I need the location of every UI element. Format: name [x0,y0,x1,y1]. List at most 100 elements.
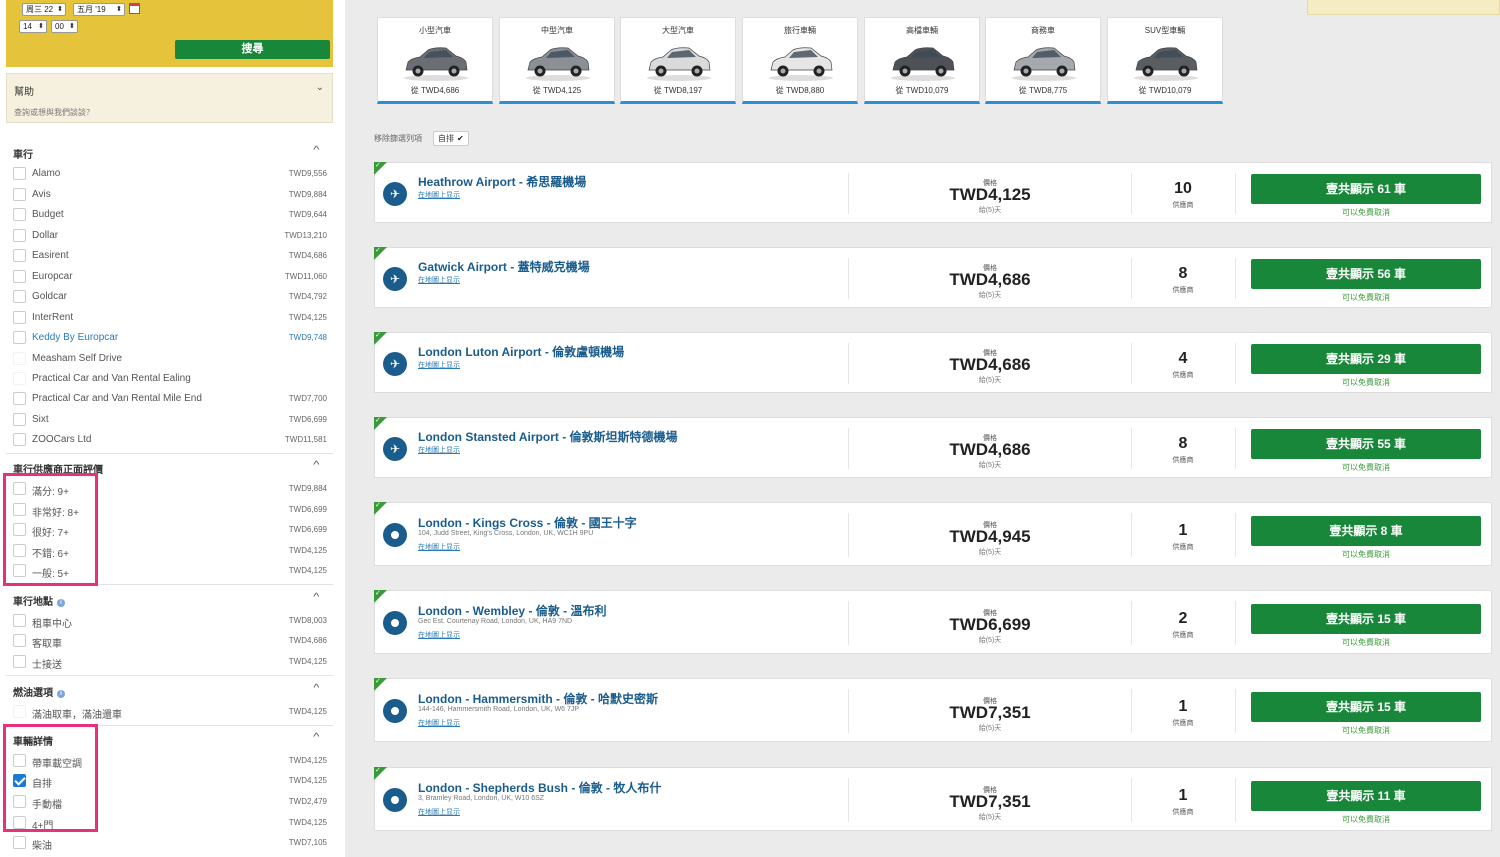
show-on-map-link[interactable]: 在地圖上显示 [418,542,460,552]
filter-checkbox[interactable] [13,655,26,668]
filter-option[interactable]: Measham Self Drive [13,350,327,366]
car-category-tile[interactable]: 大型汽車從 TWD8,197 [620,17,736,104]
show-cars-button[interactable]: 壹共顯示 11 車 [1251,781,1481,811]
info-icon[interactable]: i [57,599,65,607]
filter-checkbox[interactable] [13,229,26,242]
filter-option[interactable]: Avis TWD9,884 [13,186,327,202]
show-cars-button[interactable]: 壹共顯示 15 車 [1251,604,1481,634]
filter-option[interactable]: Europcar TWD11,060 [13,268,327,284]
filter-option[interactable]: 滿油取車，滿油還車 TWD4,125 [13,703,327,721]
filter-checkbox[interactable] [13,270,26,283]
filter-option[interactable]: 士接送 TWD4,125 [13,653,327,671]
filter-option[interactable]: 客取車 TWD4,686 [13,632,327,650]
car-category-tile[interactable]: 小型汽車從 TWD4,686 [377,17,493,104]
filter-option[interactable]: 柴油 TWD7,105 [13,834,327,852]
filter-option[interactable]: Dollar TWD13,210 [13,227,327,243]
show-on-map-link[interactable]: 在地圖上显示 [418,360,460,370]
chevron-up-icon[interactable]: ^ [313,460,319,471]
car-category-tile[interactable]: 中型汽車從 TWD4,125 [499,17,615,104]
car-image [765,40,837,82]
filter-option[interactable]: Practical Car and Van Rental Mile End TWD… [13,390,327,406]
location-pin-icon [383,788,407,812]
show-cars-button[interactable]: 壹共顯示 55 車 [1251,429,1481,459]
location-name-link[interactable]: London - Wembley - 倫敦 - 溫布利 [418,602,606,619]
filter-checkbox[interactable] [13,311,26,324]
pickup-hour-select[interactable]: 14 ⬍ [19,20,47,33]
location-name-link[interactable]: London - Kings Cross - 倫敦 - 國王十字 [418,514,637,531]
active-filter-chip[interactable]: 自排 ✔ [433,131,469,146]
filter-option[interactable]: Alamo TWD9,556 [13,165,327,181]
show-on-map-link[interactable]: 在地圖上显示 [418,275,460,285]
suppliers-filter-title[interactable]: 車行 [13,146,33,161]
show-cars-button[interactable]: 壹共顯示 8 車 [1251,516,1481,546]
filter-checkbox[interactable] [13,433,26,446]
filter-checkbox[interactable] [13,331,26,344]
location-name-link[interactable]: London - Shepherds Bush - 倫敦 - 牧人布什 [418,779,661,796]
filter-option-price: TWD6,699 [288,525,327,534]
filter-option[interactable]: 租車中心 TWD8,003 [13,612,327,630]
filter-option-label: Keddy By Europcar [32,332,119,343]
filter-checkbox[interactable] [13,413,26,426]
filter-checkbox[interactable] [13,249,26,262]
filter-option[interactable]: Sixt TWD6,699 [13,411,327,427]
supplier-count: 1 [1178,698,1188,715]
free-cancellation-text: 可以免費取消 [1342,726,1390,735]
chevron-up-icon[interactable]: ^ [313,592,319,603]
chevron-down-icon[interactable]: ⌄ [316,82,324,93]
divider [1235,689,1236,733]
pickup-month-select[interactable]: 五月 '19 ⬍ [73,3,125,16]
calendar-icon[interactable] [129,3,140,14]
location-name-link[interactable]: London - Hammersmith - 倫敦 - 哈默史密斯 [418,690,658,707]
show-cars-button[interactable]: 壹共顯示 61 車 [1251,174,1481,204]
location-name-link[interactable]: London Luton Airport - 倫敦盧頓機場 [418,343,624,360]
filter-option[interactable]: Easirent TWD4,686 [13,247,327,263]
filter-option[interactable]: Keddy By Europcar TWD9,748 [13,329,327,345]
show-on-map-link[interactable]: 在地圖上显示 [418,807,460,817]
car-category-tile[interactable]: 商務車從 TWD8,775 [985,17,1101,104]
pickup-day-select[interactable]: 周三 22 ⬍ [22,3,66,16]
filter-checkbox[interactable] [13,290,26,303]
filter-option[interactable]: Goldcar TWD4,792 [13,288,327,304]
show-on-map-link[interactable]: 在地圖上显示 [418,630,460,640]
filter-option[interactable]: InterRent TWD4,125 [13,309,327,325]
chevron-up-icon[interactable]: ^ [313,732,319,743]
filter-checkbox[interactable] [13,705,26,718]
filter-checkbox[interactable] [13,188,26,201]
filter-option[interactable]: Practical Car and Van Rental Ealing [13,370,327,386]
search-button[interactable]: 搜尋 [175,40,330,59]
filter-checkbox[interactable] [13,634,26,647]
filter-option-label: 士接送 [32,660,62,671]
pickup-minute-select[interactable]: 00 ⬍ [51,20,78,33]
show-cars-button[interactable]: 壹共顯示 15 車 [1251,692,1481,722]
filter-option[interactable]: ZOOCars Ltd TWD11,581 [13,431,327,447]
location-name-link[interactable]: London Stansted Airport - 倫敦斯坦斯特德機場 [418,428,678,445]
location-name-link[interactable]: Heathrow Airport - 希思羅機場 [418,173,586,190]
filter-checkbox[interactable] [13,614,26,627]
show-cars-button[interactable]: 壹共顯示 29 車 [1251,344,1481,374]
show-on-map-link[interactable]: 在地圖上显示 [418,718,460,728]
chevron-up-icon[interactable]: ^ [313,683,319,694]
car-category-tile[interactable]: SUV型車輛從 TWD10,079 [1107,17,1223,104]
recommended-flag-icon [374,161,387,175]
show-on-map-link[interactable]: 在地圖上显示 [418,190,460,200]
car-category-tile[interactable]: 旅行車輛從 TWD8,880 [742,17,858,104]
show-on-map-link[interactable]: 在地圖上显示 [418,445,460,455]
car-category-tile[interactable]: 高檔車輛從 TWD10,079 [864,17,980,104]
filter-checkbox[interactable] [13,836,26,849]
help-panel[interactable]: 幫助 ⌄ 查詢或想與我們談談？ [6,73,333,123]
filter-checkbox[interactable] [13,352,26,365]
chevron-up-icon[interactable]: ^ [313,145,319,156]
location-name-link[interactable]: Gatwick Airport - 蓋特威克機場 [418,258,590,275]
filter-checkbox[interactable] [13,167,26,180]
car-image [1008,40,1080,82]
show-cars-button[interactable]: 壹共顯示 56 車 [1251,259,1481,289]
filter-checkbox[interactable] [13,372,26,385]
supplier-count: 1 [1178,522,1188,539]
filter-checkbox[interactable] [13,392,26,405]
fuel-filter-title[interactable]: 燃油選項 i [13,684,65,699]
info-icon[interactable]: i [57,690,65,698]
car-category-price: 從 TWD10,079 [1138,86,1192,95]
filter-option[interactable]: Budget TWD9,644 [13,206,327,222]
location-filter-title[interactable]: 車行地點 i [13,593,65,608]
filter-checkbox[interactable] [13,208,26,221]
